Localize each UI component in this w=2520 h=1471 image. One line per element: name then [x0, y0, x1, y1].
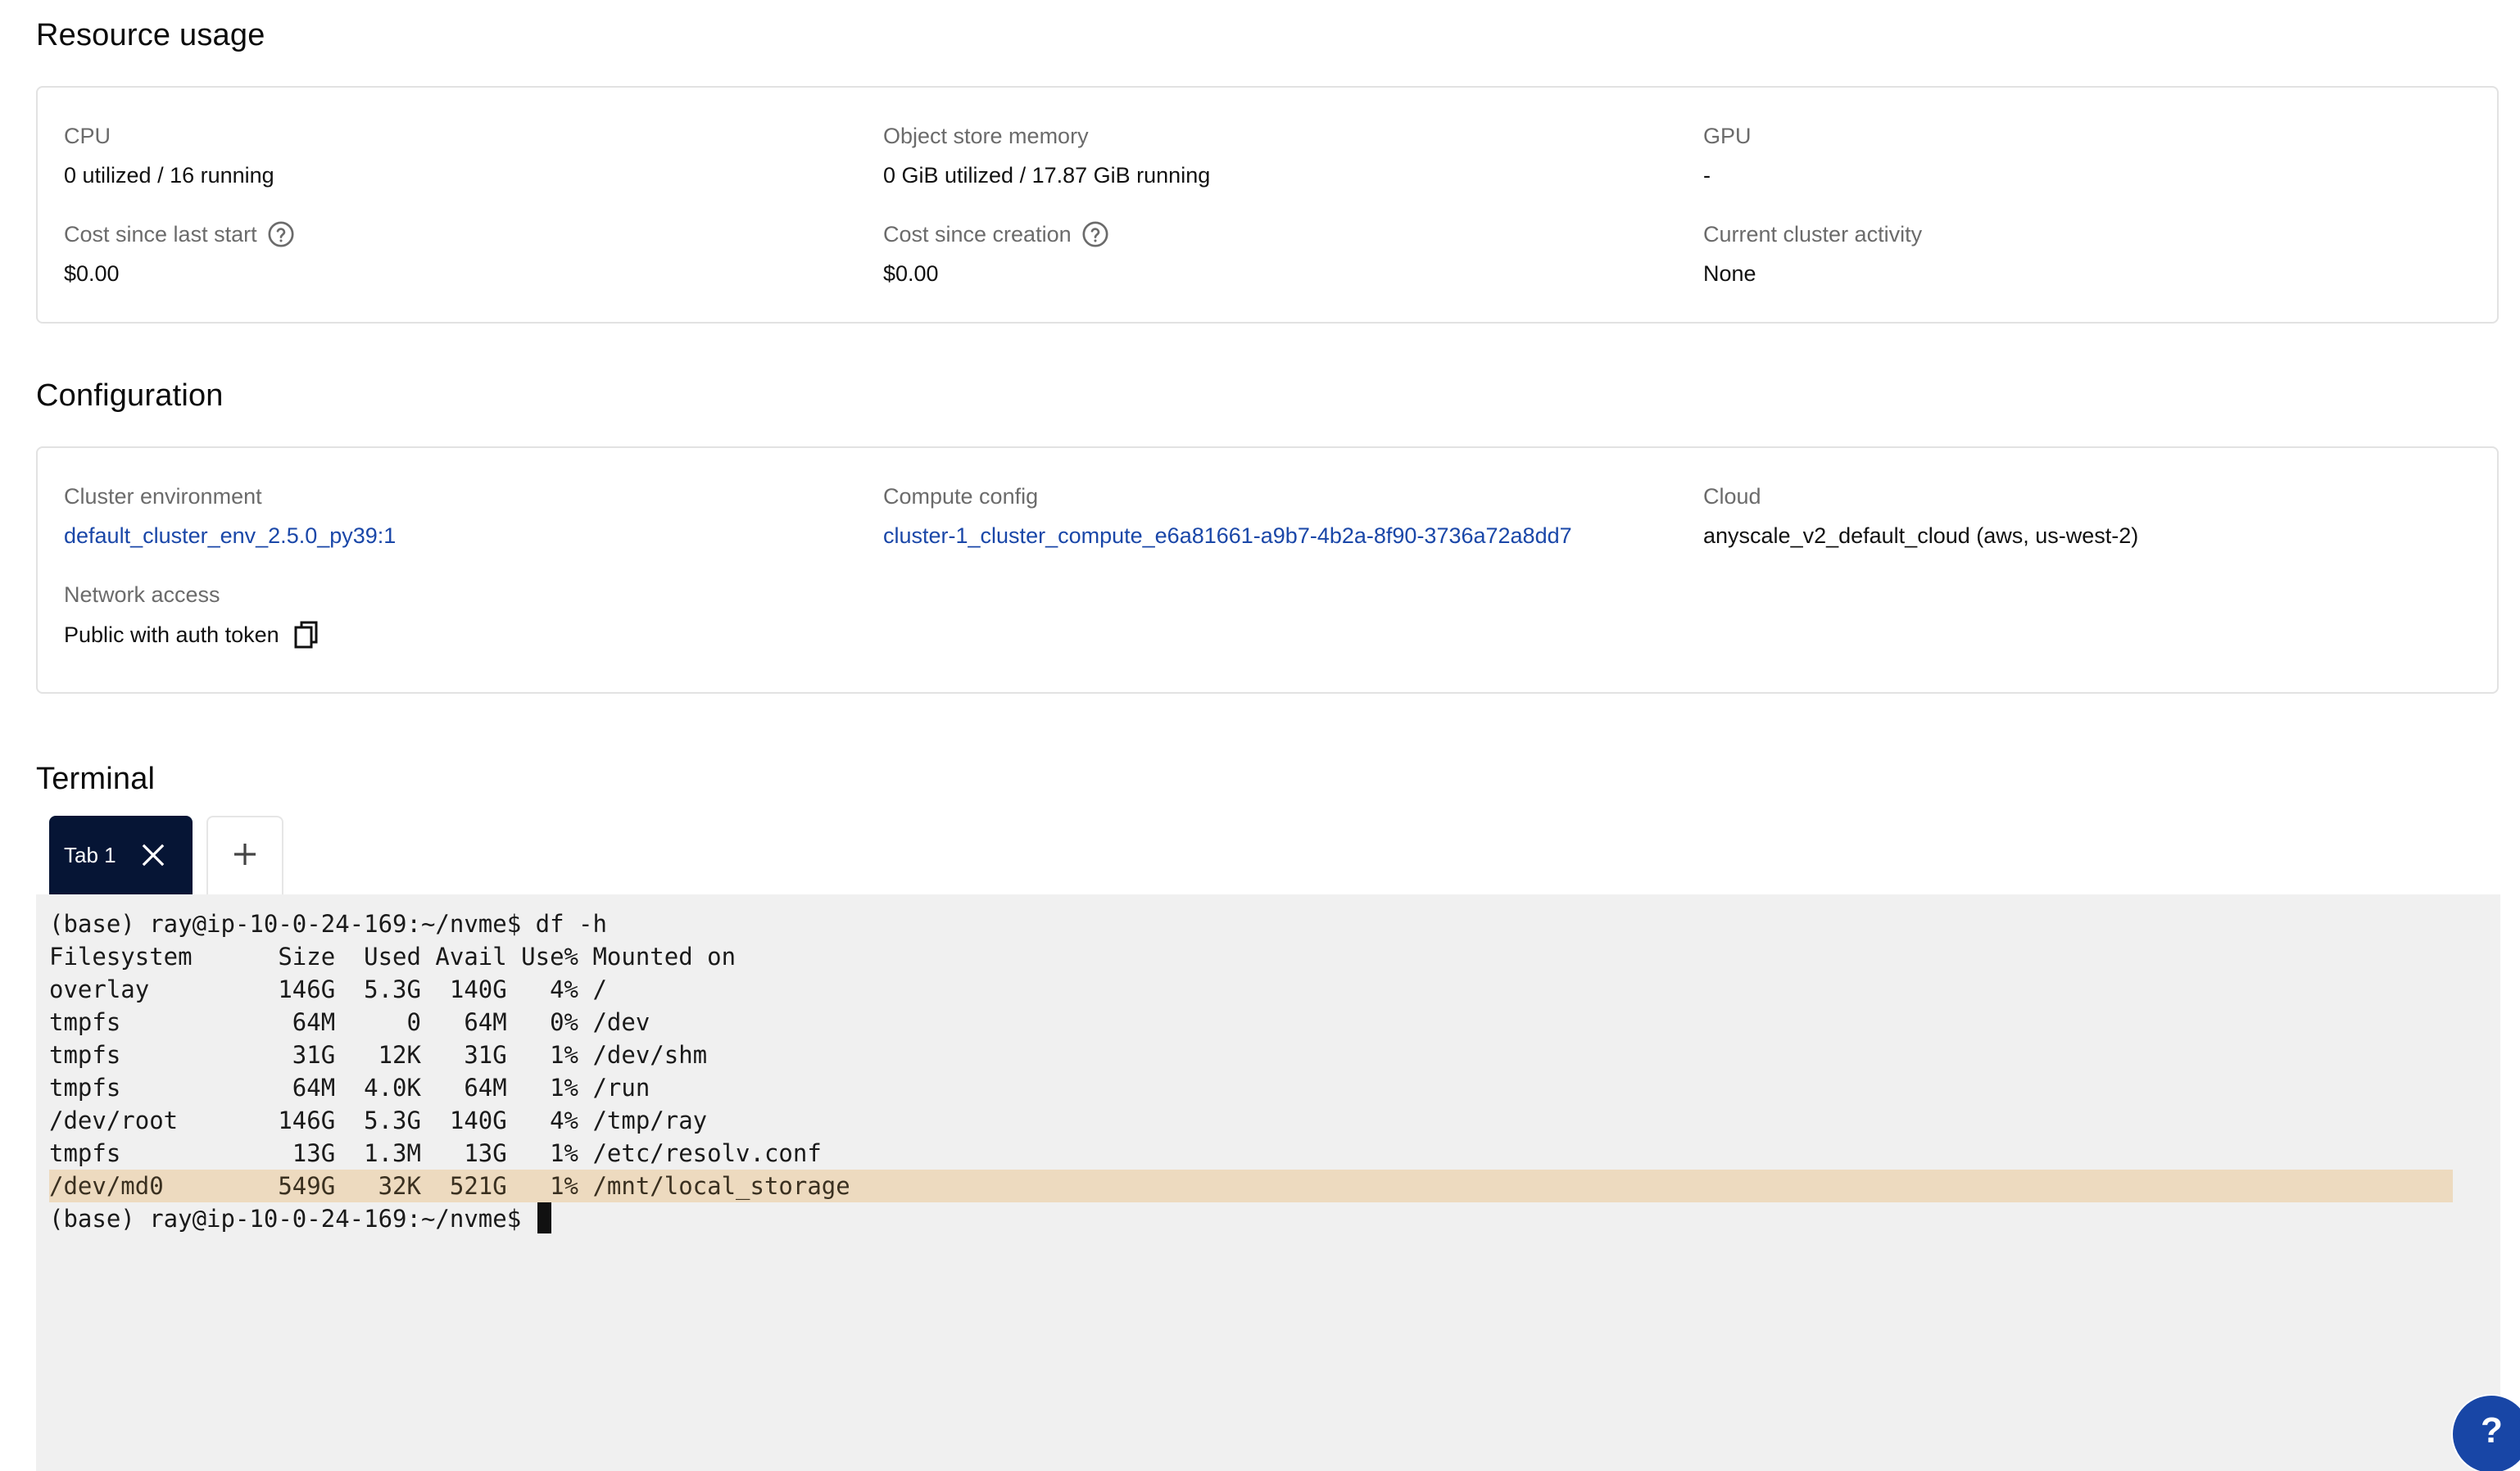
object-store-memory-field: Object store memory 0 GiB utilized / 17.… — [883, 122, 1210, 189]
terminal-line: (base) ray@ip-10-0-24-169:~/nvme$ df -h — [49, 910, 607, 938]
configuration-card: Cluster environment default_cluster_env_… — [36, 446, 2499, 694]
terminal-tab-label: Tab 1 — [64, 842, 116, 867]
cost-since-last-start-label: Cost since last start — [64, 222, 257, 247]
cpu-label: CPU — [64, 124, 111, 148]
cost-since-creation-label: Cost since creation — [883, 222, 1072, 247]
network-access-value: Public with auth token — [64, 622, 279, 647]
network-access-value-row: Public with auth token — [64, 620, 322, 650]
terminal-title: Terminal — [36, 762, 156, 796]
gpu-value: - — [1703, 163, 1711, 188]
current-cluster-activity-field: Current cluster activity None — [1703, 220, 1922, 287]
cost-since-last-start-label-row: Cost since last start — [64, 220, 295, 248]
copy-icon[interactable] — [294, 620, 322, 650]
resource-usage-card: CPU 0 utilized / 16 running Object store… — [36, 86, 2499, 324]
current-cluster-activity-value: None — [1703, 261, 1756, 286]
terminal-line: tmpfs 31G 12K 31G 1% /dev/shm — [49, 1041, 708, 1069]
compute-config-link[interactable]: cluster-1_cluster_compute_e6a81661-a9b7-… — [883, 522, 1572, 550]
current-cluster-activity-label: Current cluster activity — [1703, 222, 1923, 247]
terminal-line: tmpfs 64M 4.0K 64M 1% /run — [49, 1074, 650, 1102]
cost-since-creation-field: Cost since creation $0.00 — [883, 220, 1109, 287]
gpu-label: GPU — [1703, 124, 1752, 148]
cluster-environment-link[interactable]: default_cluster_env_2.5.0_py39:1 — [64, 522, 396, 550]
terminal-tab-1[interactable]: Tab 1 — [49, 816, 193, 894]
configuration-title: Configuration — [36, 378, 224, 413]
resource-usage-title: Resource usage — [36, 18, 265, 52]
terminal-prompt-line: (base) ray@ip-10-0-24-169:~/nvme$ — [49, 1202, 2500, 1235]
cloud-field: Cloud anyscale_v2_default_cloud (aws, us… — [1703, 482, 2138, 550]
terminal-line: Filesystem Size Used Avail Use% Mounted … — [49, 943, 737, 971]
compute-config-label: Compute config — [883, 484, 1039, 509]
cluster-environment-label: Cluster environment — [64, 484, 262, 509]
add-tab-button[interactable] — [206, 816, 283, 894]
network-access-field: Network access Public with auth token — [64, 581, 322, 650]
cluster-detail-page: Resource usage CPU 0 utilized / 16 runni… — [0, 0, 2520, 1471]
terminal-lines: (base) ray@ip-10-0-24-169:~/nvme$ df -h … — [49, 907, 2500, 1235]
cpu-field: CPU 0 utilized / 16 running — [64, 122, 274, 189]
terminal-cursor — [537, 1202, 551, 1233]
cloud-value: anyscale_v2_default_cloud (aws, us-west-… — [1703, 523, 2139, 548]
terminal-line: tmpfs 13G 1.3M 13G 1% /etc/resolv.conf — [49, 1139, 822, 1167]
cpu-value: 0 utilized / 16 running — [64, 163, 274, 188]
gpu-field: GPU - — [1703, 122, 1752, 189]
cost-since-creation-label-row: Cost since creation — [883, 220, 1109, 248]
terminal-tab-bar: Tab 1 — [49, 816, 283, 894]
cluster-environment-field: Cluster environment default_cluster_env_… — [64, 482, 396, 550]
terminal-line: /dev/root 146G 5.3G 140G 4% /tmp/ray — [49, 1107, 708, 1134]
close-icon[interactable] — [141, 843, 165, 867]
help-circle-icon[interactable] — [1081, 220, 1109, 248]
object-store-memory-value: 0 GiB utilized / 17.87 GiB running — [883, 163, 1211, 188]
help-circle-icon[interactable] — [267, 220, 295, 248]
cost-since-last-start-field: Cost since last start $0.00 — [64, 220, 295, 287]
cloud-label: Cloud — [1703, 484, 1761, 509]
terminal-line-highlighted: /dev/md0 549G 32K 521G 1% /mnt/local_sto… — [49, 1170, 2453, 1202]
terminal-line: overlay 146G 5.3G 140G 4% / — [49, 975, 607, 1003]
plus-icon — [233, 842, 257, 871]
compute-config-field: Compute config cluster-1_cluster_compute… — [883, 482, 1572, 550]
terminal-line: tmpfs 64M 0 64M 0% /dev — [49, 1008, 650, 1036]
network-access-label: Network access — [64, 582, 220, 607]
terminal-output[interactable]: (base) ray@ip-10-0-24-169:~/nvme$ df -h … — [36, 894, 2500, 1471]
terminal-prompt: (base) ray@ip-10-0-24-169:~/nvme$ — [49, 1205, 536, 1233]
cost-since-creation-value: $0.00 — [883, 261, 939, 286]
cost-since-last-start-value: $0.00 — [64, 261, 120, 286]
object-store-memory-label: Object store memory — [883, 124, 1089, 148]
